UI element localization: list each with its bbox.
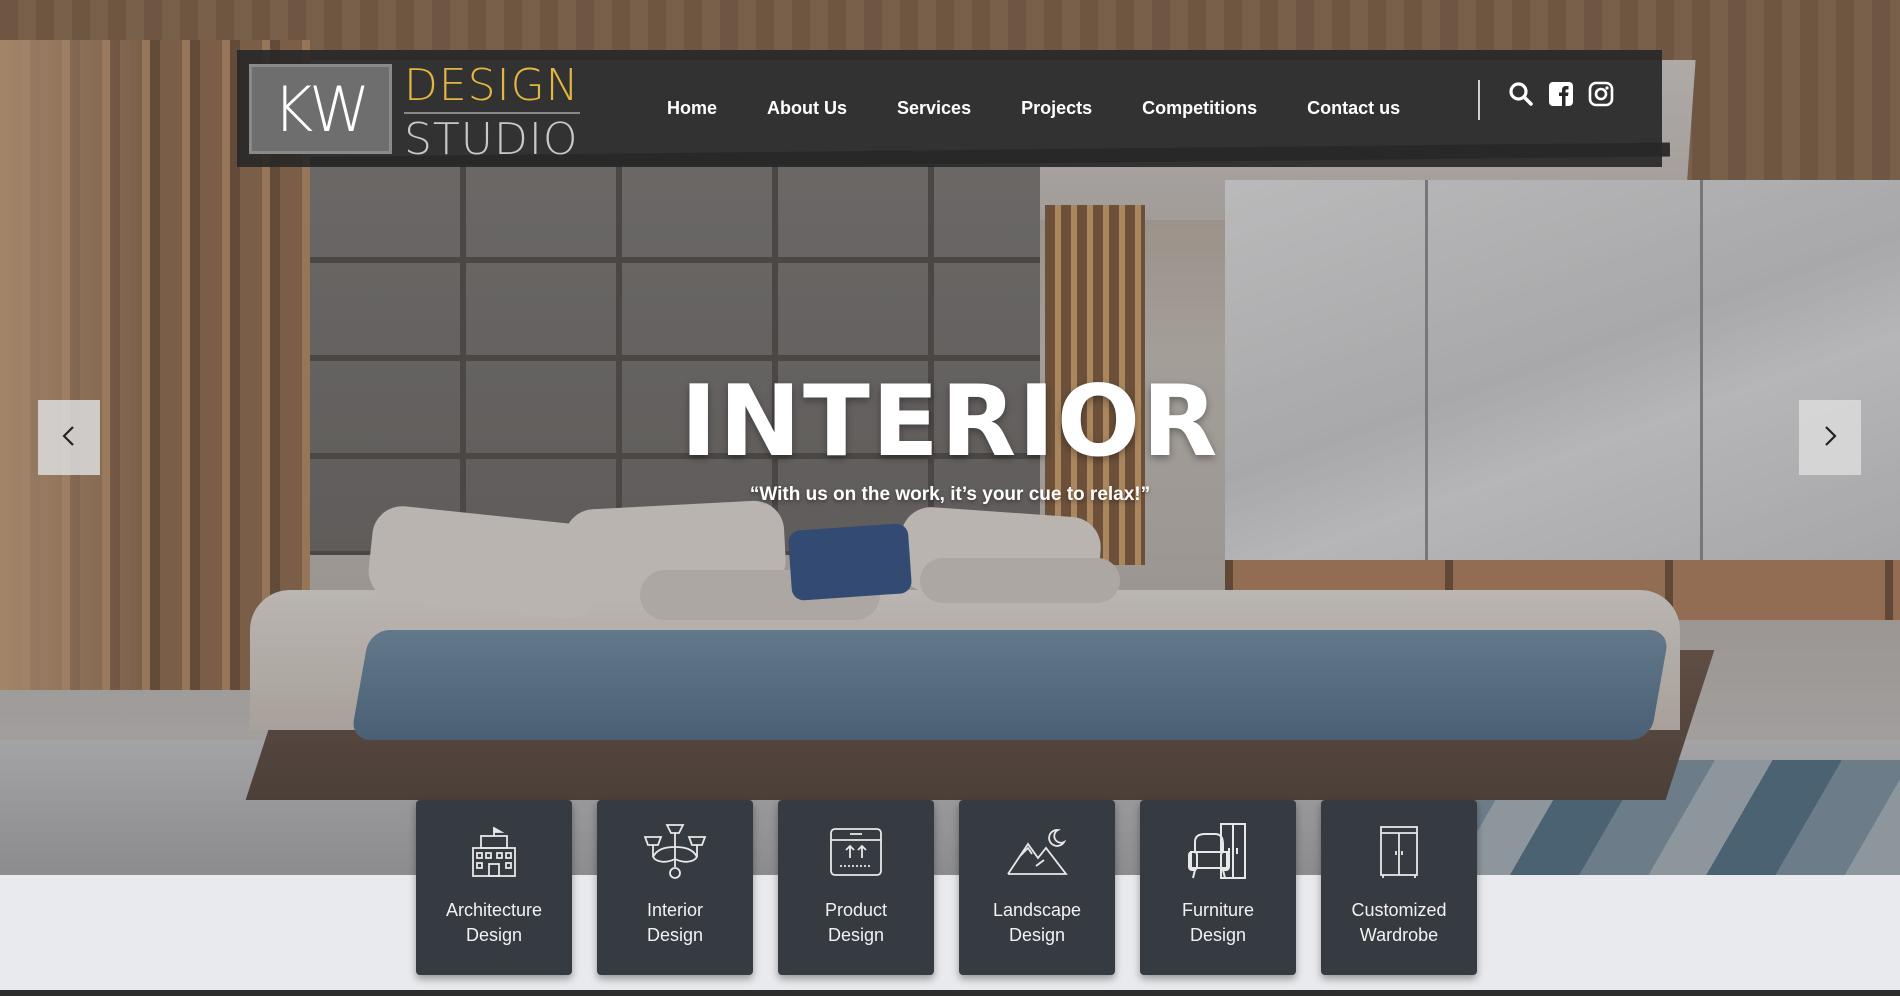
brand-logo[interactable]: KW DESIGN STUDIO <box>249 64 580 162</box>
service-label-line2: Design <box>827 925 884 945</box>
service-label-line2: Design <box>1189 925 1247 945</box>
service-label: Architecture Design <box>446 898 542 948</box>
chevron-right-icon <box>1822 424 1838 452</box>
service-card-wardrobe[interactable]: Customized Wardrobe <box>1321 800 1477 975</box>
service-label: Landscape Design <box>993 898 1081 948</box>
nav-divider <box>1478 80 1480 120</box>
box-icon <box>821 822 891 882</box>
service-label-line1: Customized <box>1351 900 1447 920</box>
chevron-left-icon <box>61 424 77 452</box>
service-cards: Architecture Design Interior Design Prod… <box>416 800 1477 975</box>
carousel-prev-button[interactable] <box>38 400 100 475</box>
service-card-product[interactable]: Product Design <box>778 800 934 975</box>
service-label-line2: Design <box>646 925 704 945</box>
nav-projects[interactable]: Projects <box>1021 98 1092 119</box>
service-label-line1: Interior <box>646 900 704 920</box>
service-label-line2: Design <box>1008 925 1065 945</box>
nav-competitions[interactable]: Competitions <box>1142 98 1257 119</box>
nav-icon-group <box>1507 80 1615 108</box>
logo-line-studio: STUDIO <box>404 114 579 165</box>
service-card-landscape[interactable]: Landscape Design <box>959 800 1115 975</box>
main-nav: Home About Us Services Projects Competit… <box>667 50 1450 167</box>
service-label: Customized Wardrobe <box>1351 898 1446 948</box>
service-card-architecture[interactable]: Architecture Design <box>416 800 572 975</box>
service-label-line1: Product <box>824 900 888 920</box>
logo-line-design: DESIGN <box>404 64 580 114</box>
building-icon <box>459 822 529 882</box>
service-label: Product Design <box>825 898 887 948</box>
search-icon[interactable] <box>1507 80 1535 108</box>
service-card-furniture[interactable]: Furniture Design <box>1140 800 1296 975</box>
hero-subtitle: “With us on the work, it’s your cue to r… <box>749 484 1151 505</box>
logo-wordmark: DESIGN STUDIO <box>404 64 580 162</box>
service-label-line1: Furniture <box>1181 900 1255 920</box>
service-label-line1: Architecture <box>445 900 543 920</box>
nav-services[interactable]: Services <box>897 98 971 119</box>
instagram-icon[interactable] <box>1587 80 1615 108</box>
logo-mark: KW <box>249 64 392 154</box>
nav-home[interactable]: Home <box>667 98 717 119</box>
service-label: Interior Design <box>647 898 703 948</box>
chandelier-icon <box>640 822 710 882</box>
service-card-interior[interactable]: Interior Design <box>597 800 753 975</box>
service-label: Furniture Design <box>1182 898 1254 948</box>
carousel-next-button[interactable] <box>1799 400 1861 475</box>
page-bottom-edge <box>0 990 1900 996</box>
service-label-line2: Wardrobe <box>1359 925 1439 945</box>
navbar: KW DESIGN STUDIO Home About Us Services … <box>237 50 1662 167</box>
service-label-line2: Design <box>465 925 522 945</box>
wardrobe-icon <box>1364 822 1434 882</box>
armchair-icon <box>1183 822 1253 882</box>
nav-contact-us[interactable]: Contact us <box>1307 98 1400 119</box>
service-label-line1: Landscape <box>992 900 1082 920</box>
nav-about-us[interactable]: About Us <box>767 98 847 119</box>
mountain-moon-icon <box>1002 822 1072 882</box>
hero-title: INTERIOR <box>680 365 1220 479</box>
facebook-icon[interactable] <box>1547 80 1575 108</box>
